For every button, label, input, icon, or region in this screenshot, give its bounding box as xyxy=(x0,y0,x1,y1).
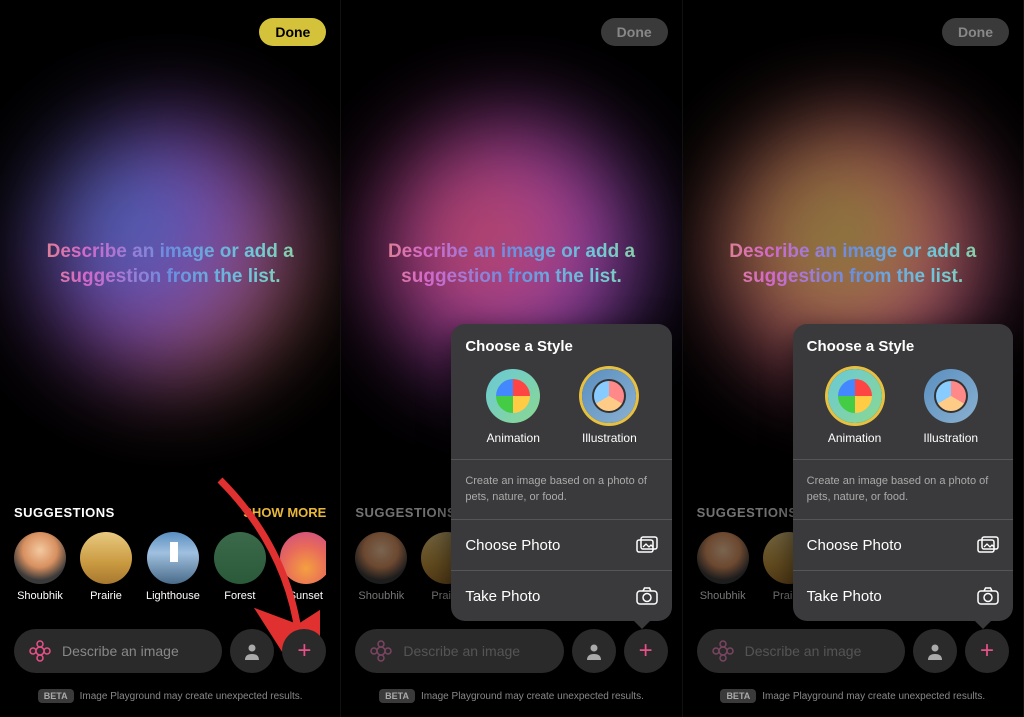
style-illustration[interactable]: Illustration xyxy=(582,369,637,445)
camera-icon xyxy=(977,587,999,605)
suggestion-shoubhik[interactable]: Shoubhik xyxy=(697,532,749,602)
beta-disclaimer: BETA Image Playground may create unexpec… xyxy=(683,689,1023,703)
suggestions-section: SUGGESTIONS SHOW MORE Shoubhik Prairie L… xyxy=(0,505,340,602)
sparkle-flower-icon xyxy=(369,639,393,663)
done-button[interactable]: Done xyxy=(942,18,1009,46)
beta-disclaimer: BETA Image Playground may create unexpec… xyxy=(0,689,340,703)
suggestion-shoubhik[interactable]: Shoubhik xyxy=(355,532,407,602)
choose-photo-row[interactable]: Choose Photo xyxy=(807,524,999,566)
bottom-bar: Describe an image + xyxy=(0,629,340,673)
suggestion-items: Shoubhik Prairie Lighthouse Forest Sunse… xyxy=(14,532,326,602)
plus-icon: + xyxy=(639,637,653,665)
style-popover: Choose a Style Animation Illustration Cr… xyxy=(451,324,671,621)
person-icon xyxy=(926,642,944,660)
screen-1: Done Describe an image or add a suggesti… xyxy=(0,0,341,717)
beta-badge: BETA xyxy=(379,689,415,703)
take-photo-row[interactable]: Take Photo xyxy=(807,575,999,617)
beta-badge: BETA xyxy=(720,689,756,703)
add-button[interactable]: + xyxy=(965,629,1009,673)
person-button[interactable] xyxy=(572,629,616,673)
prompt-text: Describe an image or add a suggestion fr… xyxy=(341,240,681,289)
screen-3: Done Describe an image or add a suggesti… xyxy=(683,0,1024,717)
style-illustration[interactable]: Illustration xyxy=(923,369,978,445)
camera-icon xyxy=(636,587,658,605)
describe-placeholder: Describe an image xyxy=(745,643,862,659)
popover-help-text: Create an image based on a photo of pets… xyxy=(465,464,657,515)
person-button[interactable] xyxy=(913,629,957,673)
sparkle-flower-icon xyxy=(711,639,735,663)
photo-library-icon xyxy=(636,536,658,554)
add-button[interactable]: + xyxy=(624,629,668,673)
beta-disclaimer: BETA Image Playground may create unexpec… xyxy=(341,689,681,703)
person-icon xyxy=(585,642,603,660)
take-photo-row[interactable]: Take Photo xyxy=(465,575,657,617)
describe-input[interactable]: Describe an image xyxy=(14,629,222,673)
describe-placeholder: Describe an image xyxy=(62,643,179,659)
suggestion-prairie[interactable]: Prairie xyxy=(80,532,132,602)
style-popover: Choose a Style Animation Illustration Cr… xyxy=(793,324,1013,621)
prompt-text: Describe an image or add a suggestion fr… xyxy=(0,240,340,289)
show-more-button[interactable]: SHOW MORE xyxy=(243,505,326,520)
suggestion-sunset[interactable]: Sunset xyxy=(280,532,327,602)
sparkle-flower-icon xyxy=(28,639,52,663)
beta-text: Image Playground may create unexpected r… xyxy=(80,691,303,702)
plus-icon: + xyxy=(980,637,994,665)
beta-text: Image Playground may create unexpected r… xyxy=(421,691,644,702)
prompt-text: Describe an image or add a suggestion fr… xyxy=(683,240,1023,289)
popover-title: Choose a Style xyxy=(807,338,999,355)
style-animation[interactable]: Animation xyxy=(486,369,540,445)
plus-icon: + xyxy=(297,637,311,665)
describe-input[interactable]: Describe an image xyxy=(697,629,905,673)
suggestion-lighthouse[interactable]: Lighthouse xyxy=(146,532,200,602)
suggestions-heading: SUGGESTIONS xyxy=(355,505,456,520)
add-button[interactable]: + xyxy=(282,629,326,673)
suggestion-shoubhik[interactable]: Shoubhik xyxy=(14,532,66,602)
choose-photo-row[interactable]: Choose Photo xyxy=(465,524,657,566)
describe-input[interactable]: Describe an image xyxy=(355,629,563,673)
beta-text: Image Playground may create unexpected r… xyxy=(762,691,985,702)
suggestion-forest[interactable]: Forest xyxy=(214,532,266,602)
popover-title: Choose a Style xyxy=(465,338,657,355)
bottom-bar: Describe an image + xyxy=(683,629,1023,673)
style-animation[interactable]: Animation xyxy=(828,369,882,445)
beta-badge: BETA xyxy=(38,689,74,703)
describe-placeholder: Describe an image xyxy=(403,643,520,659)
popover-help-text: Create an image based on a photo of pets… xyxy=(807,464,999,515)
photo-library-icon xyxy=(977,536,999,554)
bottom-bar: Describe an image + xyxy=(341,629,681,673)
done-button[interactable]: Done xyxy=(259,18,326,46)
person-icon xyxy=(243,642,261,660)
screen-2: Done Describe an image or add a suggesti… xyxy=(341,0,682,717)
person-button[interactable] xyxy=(230,629,274,673)
suggestions-heading: SUGGESTIONS xyxy=(697,505,798,520)
done-button[interactable]: Done xyxy=(601,18,668,46)
suggestions-heading: SUGGESTIONS xyxy=(14,505,115,520)
